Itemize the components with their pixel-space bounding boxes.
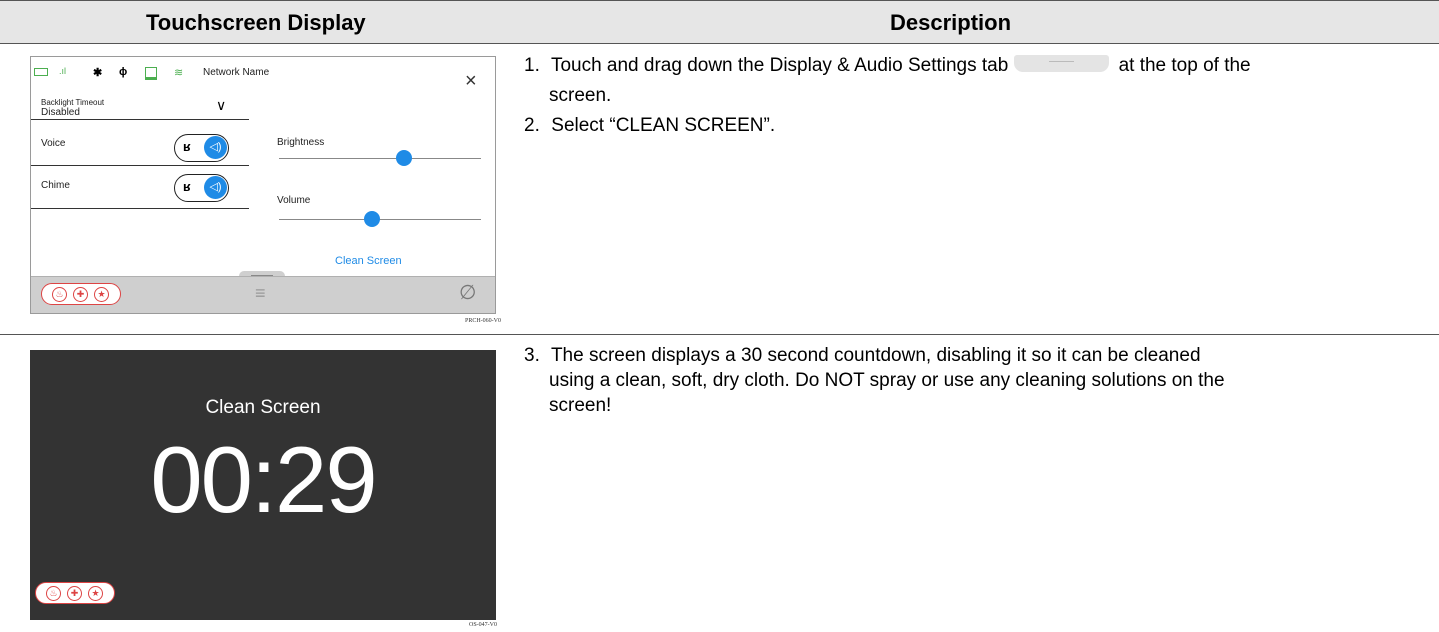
speaker-icon: ◁) xyxy=(204,136,227,159)
divider xyxy=(31,165,249,166)
clean-screen-title: Clean Screen xyxy=(205,397,321,418)
volume-label: Volume xyxy=(277,195,311,206)
volume-slider[interactable] xyxy=(279,219,481,220)
step-number: 3. xyxy=(524,345,540,366)
brightness-knob[interactable] xyxy=(396,150,413,166)
bluetooth-icon: ✱ xyxy=(93,67,103,79)
emergency-buttons[interactable]: ♨ ✚ ★ xyxy=(41,283,121,305)
police-icon[interactable]: ★ xyxy=(94,287,109,302)
backlight-value[interactable]: Disabled xyxy=(41,107,80,118)
table-header: Touchscreen Display Description xyxy=(0,0,1439,44)
volume-knob[interactable] xyxy=(363,211,380,227)
chevron-down-icon[interactable]: ∨ xyxy=(216,97,226,114)
step-number: 2. xyxy=(524,115,540,136)
disarmed-icon[interactable]: ∅ xyxy=(459,280,476,305)
medical-icon[interactable]: ✚ xyxy=(67,586,82,601)
step-3-line-3: screen! xyxy=(549,395,612,416)
step-list-2: 3. The screen displays a 30 second count… xyxy=(524,343,1225,418)
brightness-label: Brightness xyxy=(277,137,325,148)
police-icon[interactable]: ★ xyxy=(88,586,103,601)
step-3-line-2: using a clean, soft, dry cloth. Do NOT s… xyxy=(549,370,1225,391)
chime-toggle[interactable]: ʁ ◁) xyxy=(174,174,229,202)
header-touchscreen-display: Touchscreen Display xyxy=(146,10,366,35)
clean-screen-button[interactable]: Clean Screen xyxy=(335,255,402,267)
brightness-slider[interactable] xyxy=(279,158,481,159)
emergency-buttons[interactable]: ♨ ✚ ★ xyxy=(35,582,115,604)
power-plug-icon: ϕ xyxy=(119,66,128,78)
network-name: Network Name xyxy=(203,67,270,78)
signal-icon: .ıl xyxy=(59,66,67,76)
clean-screen-display: Clean Screen 00:29 ♨ ✚ ★ xyxy=(30,350,496,620)
backlight-label: Backlight Timeout xyxy=(41,98,105,107)
voice-toggle[interactable]: ʁ ◁) xyxy=(174,134,229,162)
voice-label: Voice xyxy=(41,138,66,149)
figure-id: OS-047-V0 xyxy=(469,622,497,628)
step-3-line-1: The screen displays a 30 second countdow… xyxy=(550,345,1201,366)
step-number: 1. xyxy=(524,55,540,76)
header-description: Description xyxy=(890,10,1012,35)
settings-tab-icon xyxy=(1014,55,1110,72)
row-divider xyxy=(0,334,1439,335)
mute-icon: ʁ xyxy=(183,139,191,154)
step-1-text: Touch and drag down the Display & Audio … xyxy=(550,55,1009,76)
settings-screen: .ıl ✱ ϕ ≋ Network Name × Backlight Timeo… xyxy=(30,56,496,314)
step-1-text-end: at the top of the xyxy=(1118,55,1251,76)
step-1-continuation: screen. xyxy=(549,85,612,106)
divider xyxy=(31,208,249,209)
fire-icon[interactable]: ♨ xyxy=(52,287,67,302)
fire-icon[interactable]: ♨ xyxy=(46,586,61,601)
menu-icon[interactable]: ≡ xyxy=(255,283,266,304)
countdown-timer: 00:29 xyxy=(150,427,377,532)
chime-label: Chime xyxy=(41,180,70,191)
wifi-icon: ≋ xyxy=(174,67,184,79)
medical-icon[interactable]: ✚ xyxy=(73,287,88,302)
speaker-icon: ◁) xyxy=(204,176,227,199)
mute-icon: ʁ xyxy=(183,179,191,194)
divider xyxy=(31,119,249,120)
status-bar: .ıl ✱ ϕ ≋ Network Name × xyxy=(31,57,495,92)
step-2-text: Select “CLEAN SCREEN”. xyxy=(551,115,776,136)
close-icon[interactable]: × xyxy=(465,70,477,93)
step-list-1: 1. Touch and drag down the Display & Aud… xyxy=(524,51,1251,141)
bottom-bar: ♨ ✚ ★ ≡ ∅ xyxy=(31,276,495,313)
battery-icon xyxy=(34,68,48,76)
figure-id: PRCH-060-V0 xyxy=(465,318,502,324)
panel-icon xyxy=(145,67,157,80)
